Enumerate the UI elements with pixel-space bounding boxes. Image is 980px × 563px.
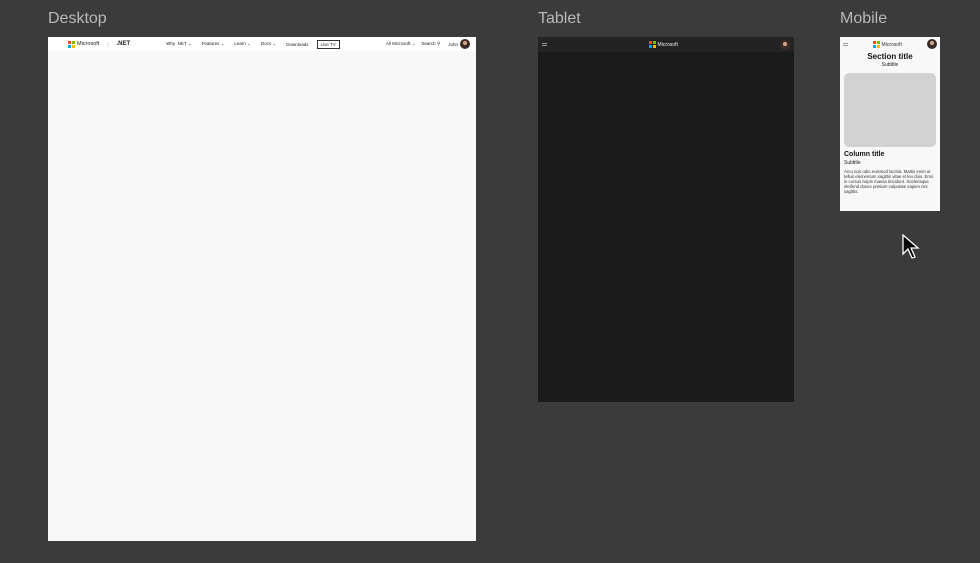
avatar[interactable] <box>926 39 937 49</box>
desktop-frame-label: Desktop <box>48 10 107 27</box>
hamburger-menu-icon[interactable] <box>843 42 848 46</box>
nav-label: Learn <box>234 41 246 46</box>
tablet-brand[interactable]: Microsoft <box>649 41 678 48</box>
nav-label: Why .NET <box>166 41 187 46</box>
microsoft-logo-icon <box>873 40 881 48</box>
nav-features[interactable]: Features ⌄ <box>202 41 225 47</box>
column-subtitle: Subtitle <box>844 160 861 166</box>
desktop-frame[interactable]: Microsoft | .NET Why .NET ⌄ Features ⌄ L… <box>48 37 476 541</box>
image-placeholder <box>844 73 936 147</box>
all-microsoft-label: All Microsoft <box>385 41 411 46</box>
avatar[interactable] <box>779 39 790 50</box>
hamburger-menu-icon[interactable] <box>542 43 547 46</box>
nav-label: Features <box>201 41 220 46</box>
microsoft-brand: Microsoft <box>881 41 902 48</box>
all-microsoft-menu[interactable]: All Microsoft ⌄ <box>386 41 416 47</box>
column-body: Arcu non odio euismod lacinia. Mattis en… <box>844 169 934 194</box>
tablet-frame-label: Tablet <box>538 10 581 27</box>
search-button[interactable]: Search ⚲ <box>421 41 440 47</box>
nav-why-dotnet[interactable]: Why .NET ⌄ <box>166 41 191 47</box>
live-tv-button[interactable]: Live TV <box>316 39 340 49</box>
microsoft-logo-icon <box>68 40 75 48</box>
nav-label: Docs <box>260 41 272 46</box>
tablet-header: Microsoft <box>538 37 794 52</box>
mobile-header: Microsoft <box>840 37 940 51</box>
tablet-frame[interactable]: Microsoft <box>538 37 794 402</box>
dotnet-brand[interactable]: .NET <box>116 41 130 47</box>
microsoft-brand[interactable]: Microsoft <box>77 41 99 47</box>
mobile-frame-label: Mobile <box>840 10 888 27</box>
microsoft-logo-icon <box>649 41 657 48</box>
column-title: Column title <box>844 151 885 158</box>
mouse-cursor-icon <box>902 234 920 259</box>
search-icon: ⚲ <box>436 41 441 46</box>
avatar[interactable] <box>460 39 470 49</box>
section-title: Section title <box>867 52 913 61</box>
microsoft-brand: Microsoft <box>657 41 678 48</box>
section-subtitle: Subtitle <box>881 62 899 68</box>
nav-learn[interactable]: Learn ⌄ <box>234 41 251 47</box>
user-name[interactable]: John <box>448 42 458 47</box>
nav-downloads[interactable]: Downloads <box>286 42 308 47</box>
mobile-frame[interactable]: Microsoft Section title Subtitle Column … <box>840 37 940 211</box>
search-label: Search <box>421 41 436 46</box>
nav-docs[interactable]: Docs ⌄ <box>261 41 276 47</box>
desktop-header: Microsoft | .NET Why .NET ⌄ Features ⌄ L… <box>48 37 476 51</box>
mobile-brand[interactable]: Microsoft <box>873 40 902 48</box>
